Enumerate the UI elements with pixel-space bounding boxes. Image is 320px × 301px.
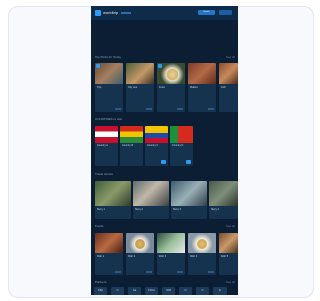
partner-logo-2[interactable]: O (111, 287, 124, 295)
country-card-1[interactable]: Country A (95, 126, 118, 166)
card-caption: Story 1 (97, 208, 105, 211)
card-meta (177, 108, 183, 110)
badge-icon (96, 64, 100, 68)
card-meta (115, 108, 121, 110)
search-button[interactable]: Search (198, 10, 215, 15)
card-caption: Grill (221, 86, 226, 89)
card-meta (208, 271, 214, 273)
section-title-top-picks: Top Picks for Today (95, 55, 121, 59)
card-image (126, 63, 154, 84)
partner-logo-3[interactable]: Ga (128, 287, 141, 295)
card-caption: Story 3 (173, 208, 181, 211)
country-card-4[interactable]: Country D (170, 126, 193, 166)
flag-image (95, 126, 118, 143)
card-top-pick-4[interactable]: Market (188, 63, 216, 112)
food-card-5[interactable]: Dish 5 (219, 233, 238, 275)
card-caption: Story 4 (211, 208, 219, 211)
card-meta (177, 271, 183, 273)
card-top-pick-2[interactable]: City tour (126, 63, 154, 112)
story-card-3[interactable]: Story 3 (171, 181, 207, 219)
card-caption: Country B (122, 144, 134, 147)
card-top-pick-3[interactable]: Food (157, 63, 185, 112)
card-caption: Trip (97, 86, 102, 89)
card-caption: Country C (147, 144, 159, 147)
badge-icon (158, 64, 162, 68)
card-image (133, 181, 169, 206)
card-meta (115, 271, 121, 273)
partner-logos-row: DIGI O Ga KOLA NIM O D E (94, 287, 235, 295)
section-title-foods: Foods (95, 224, 104, 228)
card-image (95, 181, 131, 206)
partner-logo-8[interactable]: E (213, 287, 227, 295)
open-button[interactable] (186, 160, 191, 164)
partner-logo-7[interactable]: D (196, 287, 209, 295)
card-image (188, 233, 216, 253)
story-card-4[interactable]: Story 4 (209, 181, 238, 219)
card-image (95, 233, 123, 253)
partner-logo-5[interactable]: NIM (162, 287, 175, 295)
flag-image (145, 126, 168, 143)
card-caption: Food (159, 86, 165, 89)
flag-image (120, 126, 143, 143)
card-caption: Dish 2 (128, 255, 136, 258)
food-card-3[interactable]: Dish 3 (157, 233, 185, 275)
flag-image (170, 126, 193, 143)
card-caption: Dish 4 (190, 255, 198, 258)
food-card-2[interactable]: Dish 2 (126, 233, 154, 275)
card-image (219, 233, 238, 253)
food-card-1[interactable]: Dish 1 (95, 233, 123, 275)
app-screen: worldtrip Search Top Picks for Today See… (91, 6, 238, 295)
card-image (157, 233, 185, 253)
card-meta (208, 108, 214, 110)
partner-logo-6[interactable]: O (179, 287, 192, 295)
card-top-pick-5[interactable]: Grill (219, 63, 238, 112)
card-image (209, 181, 238, 206)
country-card-2[interactable]: Country B (120, 126, 143, 166)
card-caption: City tour (128, 86, 138, 89)
section-title-partners: Partners (95, 280, 107, 284)
section-title-countries: COUNTRIES to visit (95, 117, 123, 121)
card-caption: Market (190, 86, 198, 89)
see-all-link-foods[interactable]: See all (226, 224, 235, 229)
card-image (188, 63, 216, 84)
story-card-1[interactable]: Story 1 (95, 181, 131, 219)
card-caption: Country D (172, 144, 184, 147)
card-caption: Country A (97, 144, 108, 147)
card-caption: Dish 1 (97, 255, 105, 258)
card-caption: Dish 5 (221, 255, 229, 258)
menu-button[interactable] (219, 10, 232, 15)
card-image (171, 181, 207, 206)
top-bar: worldtrip Search (91, 6, 238, 20)
country-card-3[interactable]: Country C (145, 126, 168, 166)
see-all-link-partners[interactable]: See all (226, 280, 235, 285)
card-caption: Story 2 (135, 208, 143, 211)
brand-name: worldtrip (103, 10, 119, 15)
card-caption: Dish 3 (159, 255, 167, 258)
card-meta (146, 271, 152, 273)
partner-logo-1[interactable]: DIGI (94, 287, 107, 295)
story-card-2[interactable]: Story 2 (133, 181, 169, 219)
app-logo-icon (95, 10, 101, 16)
card-meta (146, 108, 152, 110)
card-image (219, 63, 238, 84)
card-image (126, 233, 154, 253)
section-title-stories: Travel stories (95, 172, 113, 176)
brand-underline (121, 12, 131, 14)
card-top-pick-1[interactable]: Trip (95, 63, 123, 112)
food-card-4[interactable]: Dish 4 (188, 233, 216, 275)
partner-logo-4[interactable]: KOLA (145, 287, 158, 295)
open-button[interactable] (161, 160, 166, 164)
see-all-link-top-picks[interactable]: See all (226, 55, 235, 60)
